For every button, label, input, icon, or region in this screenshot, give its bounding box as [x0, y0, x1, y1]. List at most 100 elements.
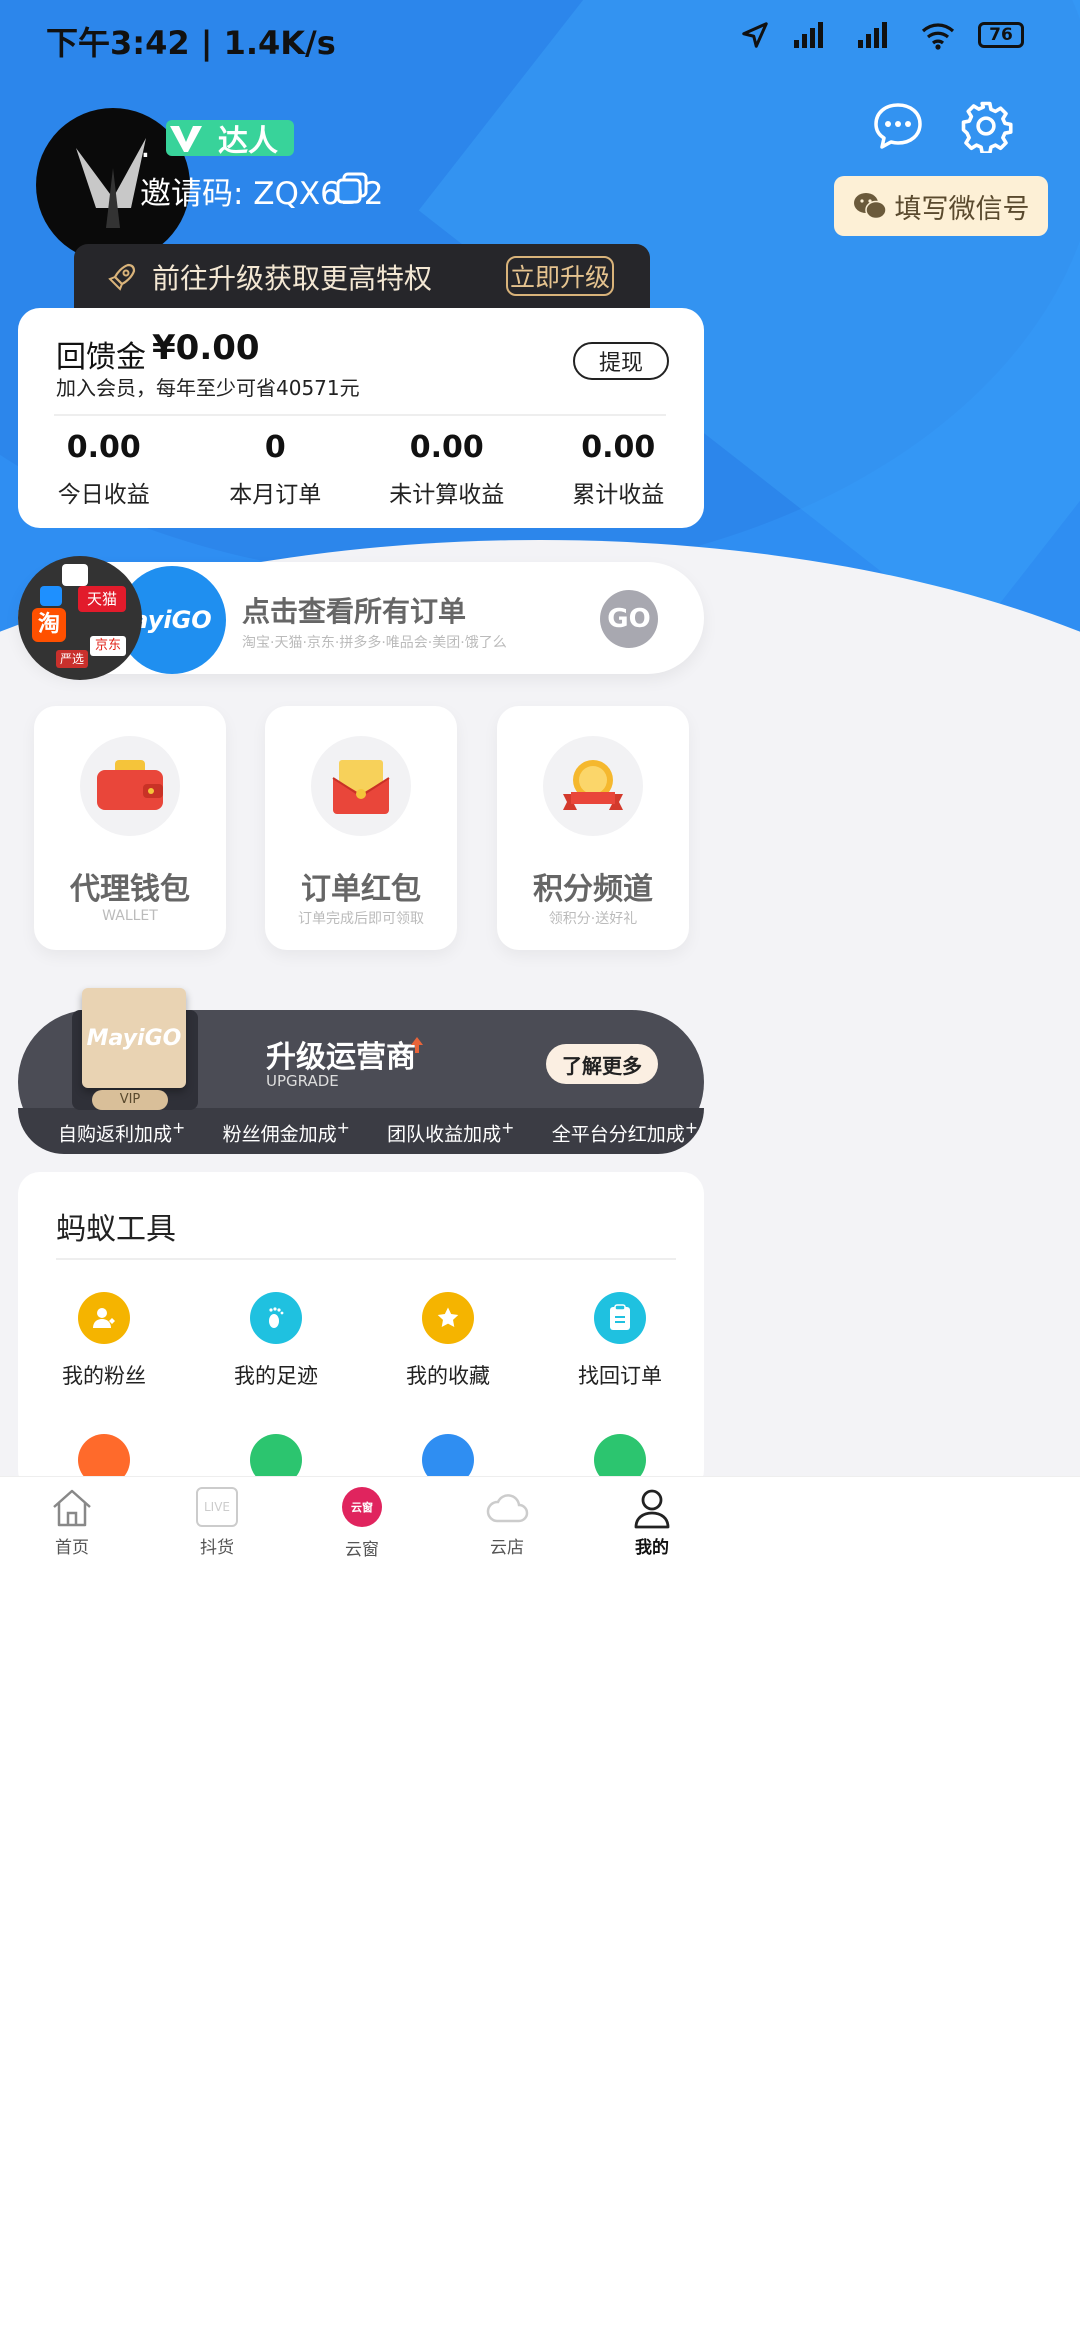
- all-orders-banner[interactable]: ayiGO 淘 天猫 京东 严选 点击查看所有订单 淘宝·天猫·京东·拼多多·唯…: [18, 556, 704, 680]
- fans-icon: [78, 1292, 130, 1344]
- app-collage: 淘 天猫 京东 严选: [18, 556, 142, 680]
- upgrade-now-button[interactable]: 立即升级: [506, 256, 614, 296]
- rebate-card: 回馈金 ¥0.00 加入会员，每年至少可省40571元 提现 0.00 今日收益…: [18, 308, 704, 528]
- stat-value: 0.00: [66, 430, 141, 465]
- tool-my-fans[interactable]: 我的粉丝: [18, 1292, 190, 1390]
- stat-month-orders[interactable]: 0 本月订单: [190, 430, 362, 509]
- star-icon: [422, 1292, 474, 1344]
- red-envelope-icon: [311, 736, 411, 836]
- rocket-icon: [108, 263, 136, 291]
- wallet-icon: [80, 736, 180, 836]
- home-icon: [53, 1489, 91, 1527]
- rebate-amount: ¥0.00: [152, 328, 260, 368]
- clipboard-icon: [594, 1292, 646, 1344]
- nav-mine[interactable]: 我的: [607, 1487, 697, 1558]
- perk-item: 团队收益加成+: [387, 1118, 515, 1146]
- perks-list: 自购返利加成+ 粉丝佣金加成+ 团队收益加成+ 全平台分红加成+: [58, 1118, 698, 1146]
- app-tile: [40, 586, 62, 606]
- feature-subtitle: 订单完成后即可领取: [298, 911, 424, 927]
- stat-label: 累计收益: [572, 482, 665, 508]
- nav-douhuo[interactable]: LIVE 抖货: [172, 1487, 262, 1558]
- yunchuang-icon: 云窗: [342, 1487, 382, 1527]
- arrow-up-icon: [411, 1037, 423, 1053]
- tool-label: 我的收藏: [406, 1364, 490, 1388]
- go-button[interactable]: GO: [600, 590, 658, 648]
- location-icon: [742, 22, 768, 48]
- feature-red-packet[interactable]: 订单红包 订单完成后即可领取: [265, 706, 457, 950]
- tools-card: 蚂蚁工具 我的粉丝 我的足迹 我的收藏 找回订单: [18, 1172, 704, 1492]
- taobao-tile: 淘: [32, 608, 66, 642]
- nav-label: 我的: [635, 1538, 669, 1558]
- fill-wechat-button[interactable]: 填写微信号: [834, 176, 1048, 236]
- stat-total[interactable]: 0.00 累计收益: [533, 430, 705, 509]
- nav-label: 云店: [490, 1538, 524, 1558]
- gear-icon: [961, 101, 1013, 153]
- rebate-subtitle: 加入会员，每年至少可省40571元: [56, 376, 360, 400]
- v-badge-icon: [170, 126, 202, 152]
- stat-today[interactable]: 0.00 今日收益: [18, 430, 190, 509]
- feature-points[interactable]: 积分频道 领积分·送好礼: [497, 706, 689, 950]
- vip-card-brand: MayiGO: [82, 988, 186, 1088]
- feature-title: 积分频道: [533, 872, 653, 907]
- divider: [54, 414, 666, 416]
- nav-yunchuang[interactable]: 云窗 云窗: [317, 1487, 407, 1560]
- withdraw-button[interactable]: 提现: [573, 342, 669, 380]
- upgrade-banner-text: 前往升级获取更高特权: [152, 262, 433, 295]
- bottom-nav: 首页 LIVE 抖货 云窗 云窗 云店 我的: [0, 1476, 1080, 2340]
- stat-label: 本月订单: [229, 482, 322, 508]
- tool-retrieve-order[interactable]: 找回订单: [534, 1292, 706, 1390]
- chat-bubble-icon: [874, 103, 922, 149]
- vip-tag: VIP: [92, 1090, 168, 1110]
- operator-title: 升级运营商: [266, 1040, 416, 1075]
- perk-item: 粉丝佣金加成+: [222, 1118, 350, 1146]
- level-badge-label: 达人: [218, 124, 278, 159]
- feature-subtitle: 领积分·送好礼: [548, 911, 638, 927]
- operator-subtitle: UPGRADE: [266, 1072, 339, 1090]
- divider: [56, 1258, 676, 1260]
- all-orders-title: 点击查看所有订单: [242, 595, 467, 628]
- jd-tile: 京东: [90, 636, 126, 656]
- app-tile: [62, 564, 88, 586]
- tool-label: 我的粉丝: [62, 1364, 146, 1388]
- upgrade-banner[interactable]: 前往升级获取更高特权 立即升级: [74, 244, 650, 310]
- nav-home[interactable]: 首页: [27, 1487, 117, 1558]
- settings-button[interactable]: [956, 96, 1016, 156]
- nav-label: 首页: [55, 1538, 89, 1558]
- learn-more-button[interactable]: 了解更多: [546, 1044, 658, 1084]
- stats-row: 0.00 今日收益 0 本月订单 0.00 未计算收益 0.00 累计收益: [18, 430, 704, 509]
- stat-pending[interactable]: 0.00 未计算收益: [361, 430, 533, 509]
- medal-icon: [543, 736, 643, 836]
- nav-label: 抖货: [200, 1538, 234, 1558]
- message-button[interactable]: [868, 96, 928, 156]
- feature-wallet[interactable]: 代理钱包 WALLET: [34, 706, 226, 950]
- tool-my-footprints[interactable]: 我的足迹: [190, 1292, 362, 1390]
- battery-level: 76: [989, 25, 1013, 45]
- status-icons: 76: [740, 20, 1024, 50]
- tool-label: 我的足迹: [234, 1364, 318, 1388]
- tool-label: 找回订单: [578, 1364, 662, 1388]
- feature-subtitle: WALLET: [102, 908, 158, 924]
- fill-wechat-label: 填写微信号: [894, 193, 1030, 225]
- level-badge: 达人: [166, 120, 294, 159]
- stat-value: 0.00: [409, 430, 484, 465]
- stat-label: 未计算收益: [389, 482, 505, 508]
- signal-icon: [794, 22, 823, 48]
- wechat-icon: [853, 193, 887, 220]
- rebate-title: 回馈金: [56, 340, 146, 375]
- stat-label: 今日收益: [57, 482, 150, 508]
- profile-icon: [634, 1489, 670, 1529]
- nav-yundian[interactable]: 云店: [462, 1487, 552, 1558]
- feature-title: 订单红包: [301, 872, 421, 907]
- live-icon: LIVE: [196, 1487, 238, 1527]
- perk-item: 自购返利加成+: [58, 1118, 186, 1146]
- copy-icon: [336, 172, 368, 204]
- stat-value: 0.00: [581, 430, 656, 465]
- signal-hd-icon: [858, 22, 887, 48]
- upgrade-operator-banner[interactable]: MayiGO VIP 升级运营商 UPGRADE 了解更多 自购返利加成+ 粉丝…: [18, 988, 704, 1154]
- status-time: 下午3:42 | 1.4K/s: [46, 24, 336, 62]
- wifi-icon: [921, 23, 955, 50]
- tools-title: 蚂蚁工具: [56, 1212, 176, 1247]
- tool-my-favorites[interactable]: 我的收藏: [362, 1292, 534, 1390]
- perk-item: 全平台分红加成+: [551, 1118, 698, 1146]
- copy-button[interactable]: [334, 170, 370, 206]
